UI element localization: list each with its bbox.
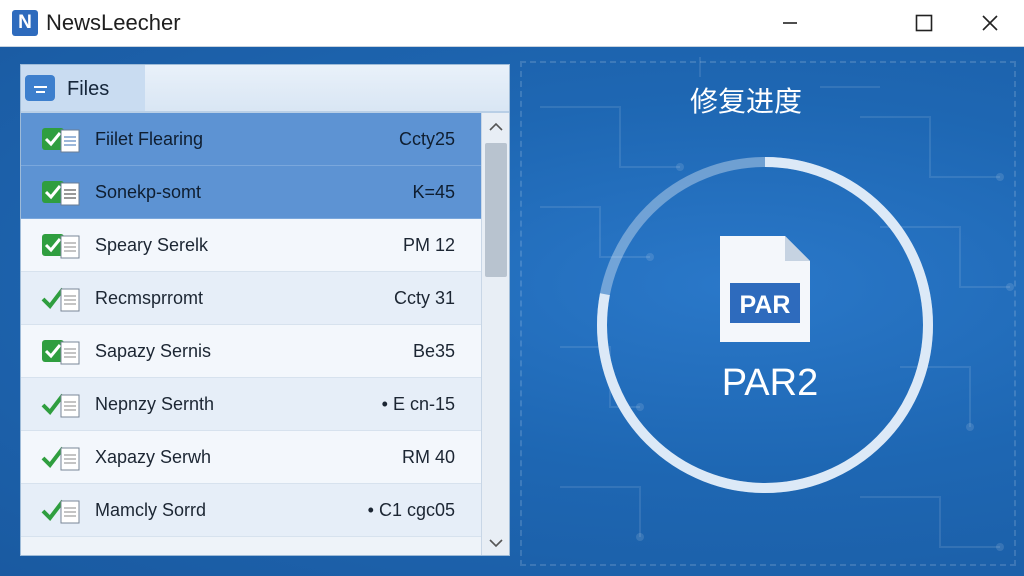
title-bar: N NewsLeecher	[0, 0, 1024, 47]
chevron-up-icon	[489, 122, 503, 131]
file-row[interactable]: Fiilet Flearing Ccty25	[21, 113, 481, 166]
check-file-icon	[41, 287, 80, 312]
maximize-icon	[915, 14, 933, 32]
files-header-label: Files	[67, 78, 110, 100]
file-value: Be35	[412, 341, 455, 361]
file-name: Mamcly Sorrd	[95, 500, 207, 520]
chevron-down-icon	[489, 539, 503, 548]
scroll-down-button[interactable]	[482, 529, 509, 555]
minimize-button[interactable]	[758, 0, 822, 46]
checked-file-icon	[42, 128, 80, 153]
par2-label: PAR2	[721, 362, 819, 404]
files-tab[interactable]: Files	[21, 65, 145, 111]
file-value: Ccty25	[398, 129, 455, 149]
scroll-up-button[interactable]	[482, 113, 509, 141]
par-file-icon: PAR	[720, 236, 810, 342]
files-panel-header: Files	[21, 65, 509, 113]
check-file-icon	[41, 446, 80, 471]
files-panel: Files Fiilet Flearing Ccty25 Sonekp-somt…	[20, 64, 510, 556]
minimize-icon	[783, 22, 797, 24]
file-value: • C1 cgc05	[367, 500, 455, 520]
file-list: Fiilet Flearing Ccty25 Sonekp-somt K=45 …	[21, 113, 481, 537]
file-row[interactable]: Xapazy Serwh RM 40	[21, 431, 481, 484]
file-list-scrollbar[interactable]	[481, 113, 509, 555]
maximize-button[interactable]	[892, 0, 956, 46]
file-name: Recmsprromt	[95, 288, 204, 308]
checked-file-icon	[42, 234, 80, 259]
file-row[interactable]: Sapazy Sernis Be35	[21, 325, 481, 378]
par-badge-text: PAR	[740, 291, 791, 319]
file-value: PM 12	[402, 235, 455, 255]
file-row[interactable]: Mamcly Sorrd • C1 cgc05	[21, 484, 481, 537]
app-logo-icon: N	[12, 10, 38, 36]
file-name: Nepnzy Sernth	[95, 394, 215, 414]
file-name: Fiilet Flearing	[95, 129, 204, 149]
file-row[interactable]: Sonekp-somt K=45	[21, 166, 481, 219]
file-value: • E cn-15	[381, 394, 455, 414]
file-name: Sapazy Sernis	[95, 341, 212, 361]
window-title: NewsLeecher	[46, 10, 181, 35]
check-file-icon	[41, 499, 80, 524]
repair-progress-ring: PAR	[597, 157, 933, 493]
file-value: Ccty 31	[393, 288, 455, 308]
close-button[interactable]	[958, 0, 1022, 46]
repair-progress-title: 修复进度	[690, 85, 803, 118]
file-name: Sonekp-somt	[95, 182, 202, 202]
filter-icon	[25, 75, 55, 101]
file-row[interactable]: Recmsprromt Ccty 31	[21, 272, 481, 325]
checked-file-icon	[42, 340, 80, 365]
close-icon	[982, 15, 998, 31]
file-name: Speary Serelk	[95, 235, 209, 255]
scroll-thumb[interactable]	[485, 143, 507, 277]
check-file-icon	[41, 393, 80, 418]
file-value: RM 40	[401, 447, 455, 467]
file-row[interactable]: Speary Serelk PM 12	[21, 219, 481, 272]
file-name: Xapazy Serwh	[95, 447, 212, 467]
file-row[interactable]: Nepnzy Sernth • E cn-15	[21, 378, 481, 431]
checked-file-icon	[42, 181, 80, 206]
file-value: K=45	[412, 182, 455, 202]
